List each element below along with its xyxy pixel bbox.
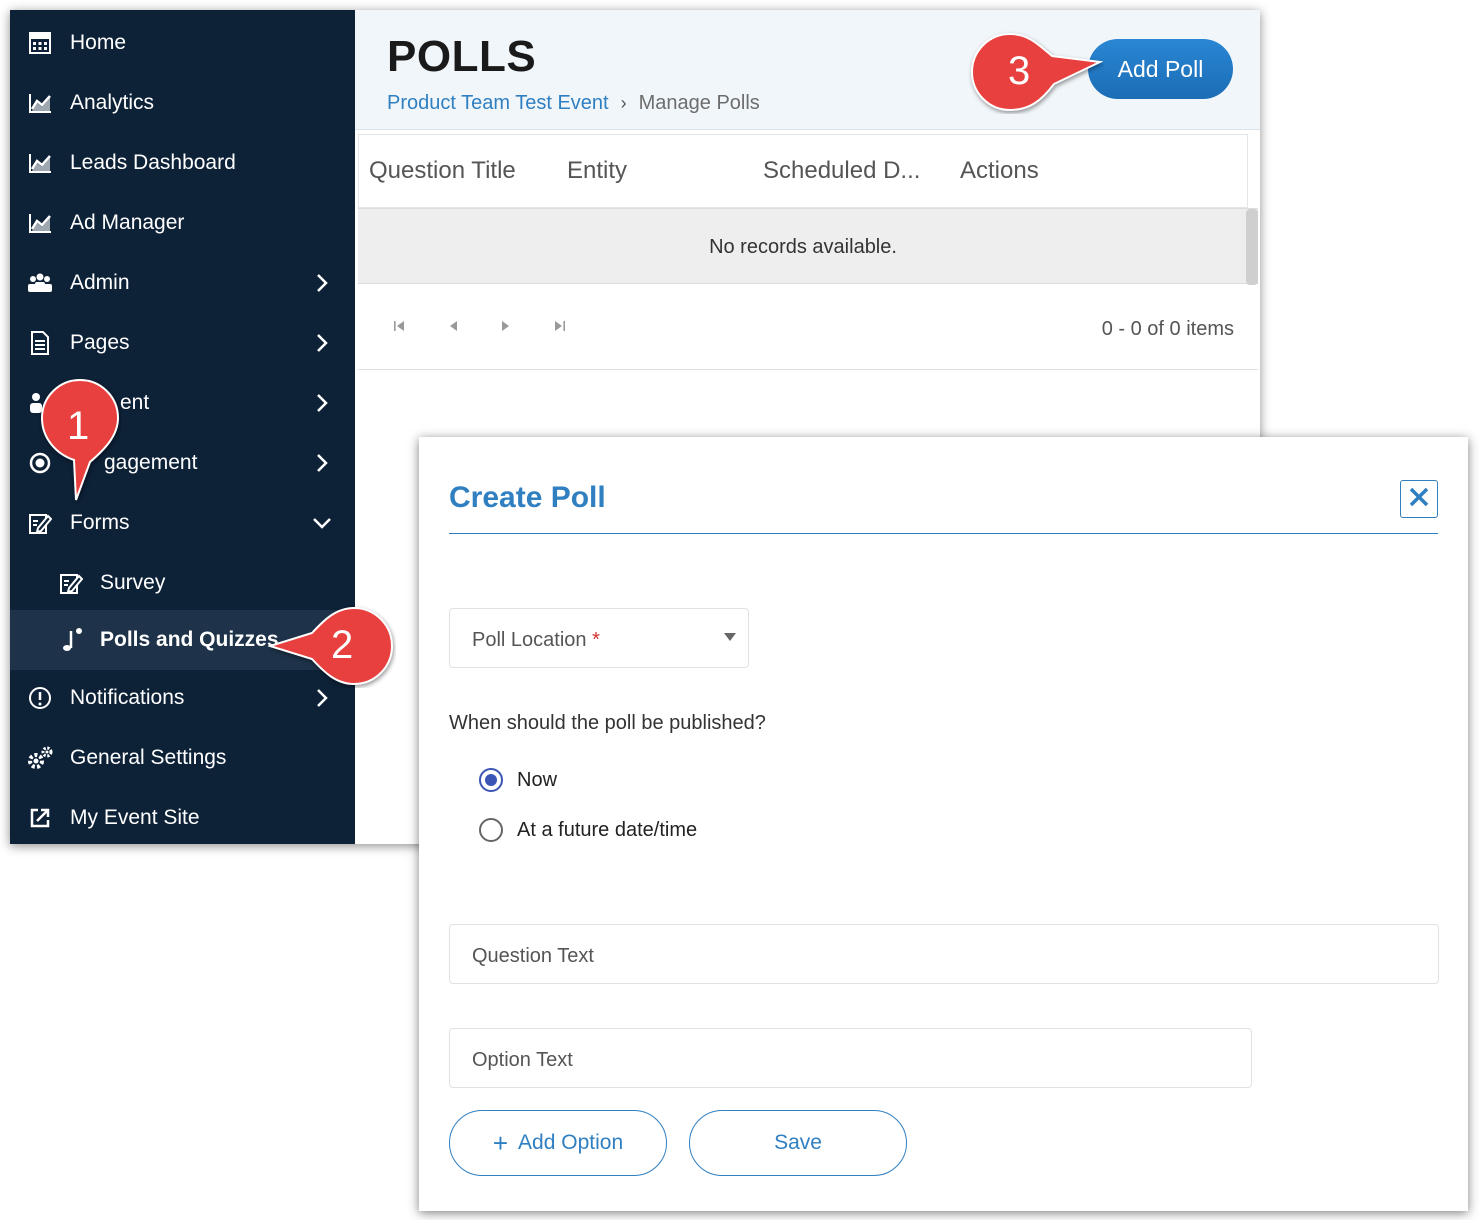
chart-icon [27,210,53,236]
last-page-icon[interactable] [551,317,569,335]
dialog-title: Create Poll [449,481,606,514]
pager-info: 0 - 0 of 0 items [1101,318,1234,340]
empty-message: No records available. [709,236,897,258]
sidebar-item-label: Notifications [70,686,185,709]
grid-scrollbar[interactable] [1246,209,1258,285]
poll-location-select[interactable]: Poll Location * [449,608,749,668]
chevron-right-icon [311,452,333,474]
callout-number: 1 [67,404,90,448]
alert-circle-icon [27,685,53,711]
page-title: POLLS [387,32,537,81]
publish-now-option[interactable]: Now [479,768,557,792]
callout-marker-3: 3 [968,30,1104,114]
edit-form-icon [27,510,53,536]
sidebar-item-label: ent [120,391,150,414]
chevron-down-icon [311,512,333,534]
page-header: POLLS Product Team Test Event › Manage P… [355,10,1260,130]
calculator-icon [27,30,53,56]
first-page-icon[interactable] [390,317,408,335]
next-page-icon[interactable] [497,317,515,335]
external-link-icon [27,805,53,831]
callout-marker-1: 1 [38,376,122,504]
column-header-scheduled-date[interactable]: Scheduled D... [763,157,920,185]
chart-icon [27,150,53,176]
callout-marker-2: 2 [268,604,396,688]
sidebar-item-label: General Settings [70,746,227,769]
question-text-input[interactable]: Question Text [449,924,1439,984]
sidebar-item-label: Home [70,31,127,54]
chevron-right-icon [311,332,333,354]
sidebar-item-pages[interactable]: Pages [10,313,355,373]
grid-body: No records available. [358,208,1258,285]
chart-icon [27,90,53,116]
publish-question-label: When should the poll be published? [449,712,766,734]
callout-number: 3 [1008,49,1031,93]
radio-future[interactable] [479,818,503,842]
poll-location-label: Poll Location * [472,629,600,651]
chevron-right-icon [311,272,333,294]
music-note-icon [58,627,84,653]
grid-pager: 0 - 0 of 0 items [358,284,1258,370]
gears-icon [27,745,53,771]
save-button[interactable]: Save [689,1110,907,1176]
edit-form-icon [58,570,84,596]
breadcrumb: Product Team Test Event › Manage Polls [387,92,760,115]
sidebar-item-label: Admin [70,271,130,294]
breadcrumb-separator: › [620,93,627,113]
option-text-input[interactable]: Option Text [449,1028,1252,1088]
chevron-right-icon [311,687,333,709]
sidebar-item-label: Analytics [70,91,155,114]
callout-number: 2 [331,623,354,667]
plus-icon: + [492,1128,509,1158]
document-icon [27,330,53,356]
breadcrumb-event-link[interactable]: Product Team Test Event [387,92,609,115]
breadcrumb-current: Manage Polls [638,92,760,114]
polls-grid: Question Title Entity Scheduled D... Act… [358,134,1258,370]
grid-header: Question Title Entity Scheduled D... Act… [358,134,1248,208]
question-text-placeholder: Question Text [472,945,594,967]
radio-label: At a future date/time [517,818,698,841]
dialog-divider [449,533,1438,534]
sidebar-item-admin[interactable]: Admin [10,253,355,313]
required-marker: * [592,629,600,651]
add-poll-button[interactable]: Add Poll [1088,39,1233,99]
sidebar-item-home[interactable]: Home [10,13,355,73]
sidebar-item-label: Leads Dashboard [70,151,236,174]
chevron-right-icon [311,392,333,414]
close-icon [1408,486,1430,513]
sidebar-item-label: Ad Manager [70,211,185,234]
column-header-actions[interactable]: Actions [960,157,1039,185]
previous-page-icon[interactable] [444,317,462,335]
users-icon [27,270,53,296]
add-option-button[interactable]: + Add Option [449,1110,667,1176]
option-text-placeholder: Option Text [472,1049,573,1071]
sidebar-item-label: Survey [100,571,166,594]
add-option-label: Add Option [518,1131,624,1154]
sidebar-item-label: Pages [70,331,130,354]
sidebar-item-label: Polls and Quizzes [100,628,279,651]
sidebar-item-ad-manager[interactable]: Ad Manager [10,193,355,253]
create-poll-dialog: Create Poll Poll Location * When should … [419,437,1468,1211]
sidebar-item-leads-dashboard[interactable]: Leads Dashboard [10,133,355,193]
sidebar-item-my-event-site[interactable]: My Event Site [10,788,355,844]
sidebar-item-analytics[interactable]: Analytics [10,73,355,133]
sidebar-item-general-settings[interactable]: General Settings [10,728,355,788]
publish-future-option[interactable]: At a future date/time [479,818,697,842]
column-header-question-title[interactable]: Question Title [369,157,516,185]
radio-label: Now [517,768,558,791]
radio-now[interactable] [479,768,503,792]
sidebar-item-label: My Event Site [70,806,200,829]
close-button[interactable] [1400,480,1438,518]
sidebar-item-label: Forms [70,511,130,534]
column-header-entity[interactable]: Entity [567,157,627,185]
caret-down-icon [724,633,736,641]
